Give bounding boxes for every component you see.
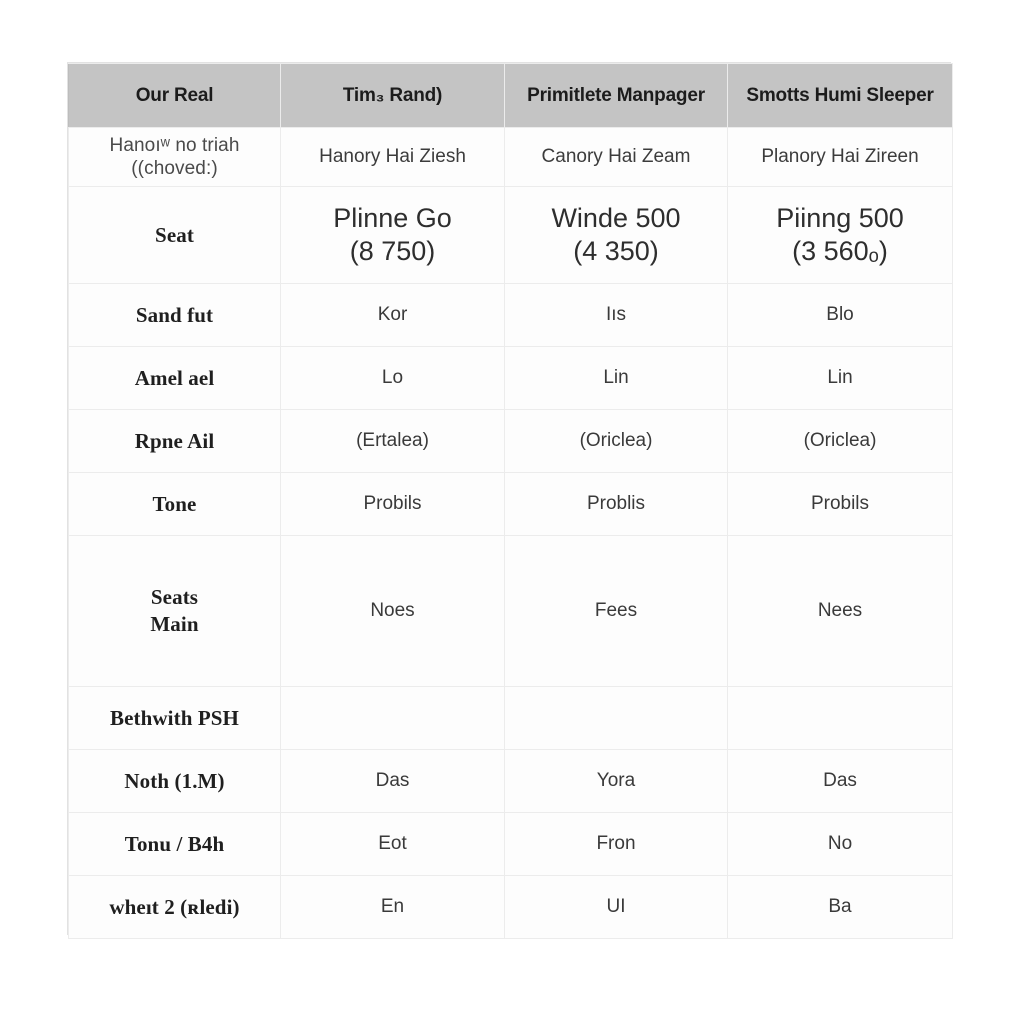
row-cell-b: Winde 500 (4 350) xyxy=(504,186,728,285)
row-cell-a xyxy=(280,686,505,751)
comparison-table: Our Real Tim₃ Rand) Primitlete Manpager … xyxy=(68,63,953,940)
row-cell-c: Planory Hai Zireen xyxy=(727,126,953,188)
row-label-line-1: Sand fut xyxy=(135,302,214,327)
row-cell-a: Plinne Go (8 750) xyxy=(280,186,505,285)
row-label-cell: Tone xyxy=(68,472,281,537)
row-cell-a: (Ertalea) xyxy=(280,409,505,474)
column-header-a[interactable]: Tim₃ Rand) xyxy=(280,63,505,128)
cell-line-2: (3 560ₒ) xyxy=(792,236,888,267)
table-row: Noth (1.M) Das Yora Das xyxy=(68,749,953,814)
row-cell-a: Das xyxy=(280,749,505,814)
row-cell-a: En xyxy=(280,875,505,940)
row-cell-b: UI xyxy=(504,875,728,940)
row-cell-c: Piinng 500 (3 560ₒ) xyxy=(727,186,953,285)
row-cell-b: Canory Hai Zeam xyxy=(504,126,728,188)
row-label-line-2: ((choved:) xyxy=(131,158,218,180)
row-label-cell: wheıt 2 (ʀledi) xyxy=(68,875,281,940)
cell-line-2: (8 750) xyxy=(349,236,436,267)
comparison-table-frame: Our Real Tim₃ Rand) Primitlete Manpager … xyxy=(67,62,953,940)
row-label-cell: Seats Main xyxy=(68,535,281,688)
row-cell-b: Yora xyxy=(504,749,728,814)
cell-line-1: Plinne Go xyxy=(333,202,452,233)
table-row: Hanoıʷ no triah ((choved:) Hanory Hai Zi… xyxy=(68,126,953,188)
row-cell-a: Kor xyxy=(280,283,505,348)
row-label-line-1: wheıt 2 (ʀledi) xyxy=(109,894,240,919)
row-label-line-2: Main xyxy=(150,612,199,637)
row-label-line-1: Hanoıʷ no triah xyxy=(109,135,240,156)
row-cell-c: Ba xyxy=(727,875,953,940)
row-label-line-1: Amel ael xyxy=(134,365,215,390)
row-cell-b: Problis xyxy=(504,472,728,537)
column-header-label[interactable]: Our Real xyxy=(68,63,281,128)
column-header-c[interactable]: Smotts Humi Sleeper xyxy=(727,63,953,128)
table-row: Tone Probils Problis Probils xyxy=(68,472,953,537)
row-cell-c xyxy=(727,686,953,751)
table-row: Amel ael Lo Lin Lin xyxy=(68,346,953,411)
table-row: Sand fut Kor Iıs Blo xyxy=(68,283,953,348)
row-label-line-1: Noth (1.M) xyxy=(124,768,225,793)
row-label-cell: Amel ael xyxy=(68,346,281,411)
page-root: Our Real Tim₃ Rand) Primitlete Manpager … xyxy=(0,0,1024,1024)
row-cell-a: Hanory Hai Ziesh xyxy=(280,126,505,188)
column-header-b[interactable]: Primitlete Manpager xyxy=(504,63,728,128)
table-row: Seats Main Noes Fees Nees xyxy=(68,535,953,688)
row-cell-c: Nees xyxy=(727,535,953,688)
cell-line-1: Piinng 500 xyxy=(776,202,904,233)
row-label-cell: Bethwith PSH xyxy=(68,686,281,751)
row-cell-b: Fees xyxy=(504,535,728,688)
row-label-line-1: Seat xyxy=(155,222,194,247)
table-body: Hanoıʷ no triah ((choved:) Hanory Hai Zi… xyxy=(68,126,953,940)
row-label-line-1: Bethwith PSH xyxy=(110,705,239,730)
row-label-cell: Hanoıʷ no triah ((choved:) xyxy=(68,126,281,188)
row-label-line-1: Seats xyxy=(150,585,199,610)
cell-line-2: (4 350) xyxy=(573,236,659,267)
row-cell-c: Das xyxy=(727,749,953,814)
table-row: Rpne Ail (Ertalea) (Oriclea) (Oriclea) xyxy=(68,409,953,474)
row-cell-c: Probils xyxy=(727,472,953,537)
row-cell-c: Lin xyxy=(727,346,953,411)
row-label-cell: Seat xyxy=(68,186,281,285)
table-row-highlight: Seat Plinne Go (8 750) Winde 500 (4 350)… xyxy=(68,186,953,285)
header-row: Our Real Tim₃ Rand) Primitlete Manpager … xyxy=(68,63,953,128)
row-cell-c: Blo xyxy=(727,283,953,348)
table-row: wheıt 2 (ʀledi) En UI Ba xyxy=(68,875,953,940)
cell-line-1: Winde 500 xyxy=(551,202,681,233)
row-label-line-1: Tone xyxy=(152,491,197,516)
row-cell-a: Lo xyxy=(280,346,505,411)
row-cell-b: Lin xyxy=(504,346,728,411)
row-label-cell: Rpne Ail xyxy=(68,409,281,474)
row-label-line-1: Rpne Ail xyxy=(134,428,215,453)
row-label-cell: Tonu / B4h xyxy=(68,812,281,877)
row-cell-a: Probils xyxy=(280,472,505,537)
table-row: Tonu / B4h Eot Fron No xyxy=(68,812,953,877)
row-cell-a: Eot xyxy=(280,812,505,877)
row-label-line-1: Tonu / B4h xyxy=(124,831,225,856)
row-label-cell: Sand fut xyxy=(68,283,281,348)
row-cell-a: Noes xyxy=(280,535,505,688)
row-cell-b: Fron xyxy=(504,812,728,877)
row-cell-c: (Oriclea) xyxy=(727,409,953,474)
row-label-cell: Noth (1.M) xyxy=(68,749,281,814)
row-cell-c: No xyxy=(727,812,953,877)
row-cell-b: (Oriclea) xyxy=(504,409,728,474)
table-row: Bethwith PSH xyxy=(68,686,953,751)
row-cell-b xyxy=(504,686,728,751)
table-header: Our Real Tim₃ Rand) Primitlete Manpager … xyxy=(68,63,953,128)
row-cell-b: Iıs xyxy=(504,283,728,348)
